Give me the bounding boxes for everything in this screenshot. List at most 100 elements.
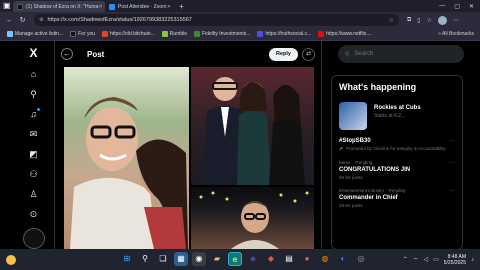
maximize-icon[interactable]: ▢ <box>454 3 460 10</box>
bookmark-item[interactable]: https://truthsocial.c... <box>257 31 311 37</box>
notifications-icon[interactable]: ♫ <box>28 108 40 120</box>
tab-zoom[interactable]: Post Attendee - Zoom ✕ <box>105 1 175 12</box>
site-info-icon[interactable]: ⚙ <box>39 17 43 23</box>
search-input[interactable]: ⚲ Search <box>338 45 464 63</box>
app-icon[interactable]: ▤ <box>282 252 296 266</box>
window-menu-icon[interactable]: ▣ <box>3 1 13 11</box>
menu-dots-icon[interactable]: ⋯ <box>453 17 459 24</box>
x-logo[interactable]: X <box>29 46 37 60</box>
bookmark-item[interactable]: For you <box>70 31 95 37</box>
photo-lights-image <box>199 191 309 249</box>
trend-item[interactable]: ··· #StopSB30 ⬈ Promoted by Citizens for… <box>339 138 455 152</box>
back-button[interactable]: ← <box>61 48 73 60</box>
post-photo[interactable] <box>191 187 314 249</box>
trend-meta: 58.5K posts <box>339 175 363 180</box>
compose-post-button[interactable] <box>22 228 45 249</box>
split-view-icon[interactable]: ▯ <box>417 17 420 24</box>
bookmarks-bar: Manage active listin... For you https://… <box>0 28 480 41</box>
url-text: https://x.com/ShadowofEzra/status/192679… <box>47 17 192 23</box>
post-photo[interactable] <box>191 67 314 185</box>
system-tray: ⌃ ⌔ ◁ ▭ 8:48 AM 5/25/2025 ♪ <box>403 254 480 266</box>
bookmark-item[interactable]: Rumble <box>161 31 187 37</box>
more-options-icon[interactable]: ··· <box>449 188 455 194</box>
minimize-icon[interactable]: — <box>439 3 445 10</box>
profile-avatar[interactable] <box>438 15 447 25</box>
browser-tab-bar: ▣ (1) Shadow of Ezra on X: "Huma ✕ Post … <box>0 0 480 12</box>
sport-time: Starts at 6:2... <box>374 113 406 119</box>
file-explorer-icon[interactable]: ▰ <box>210 252 224 266</box>
close-tab-icon[interactable]: ✕ <box>98 4 102 10</box>
search-icon[interactable]: ⚲ <box>28 88 40 100</box>
sport-name: Rockies at Cubs <box>374 105 421 111</box>
trend-context: Music · Trending <box>339 160 373 165</box>
post-column: ← Post Reply ⇄ <box>54 41 322 249</box>
edge-icon[interactable]: e <box>228 252 242 266</box>
app-icon[interactable]: ◎ <box>354 252 368 266</box>
url-field[interactable]: ⚙ https://x.com/ShadowofEzra/status/1926… <box>34 14 399 26</box>
search-placeholder: Search <box>354 51 374 57</box>
x-favicon-icon <box>17 3 23 10</box>
app-icon[interactable]: ● <box>300 252 314 266</box>
more-options-icon[interactable]: ··· <box>449 160 455 166</box>
messages-icon[interactable]: ✉ <box>28 128 40 140</box>
close-tab-icon[interactable]: ✕ <box>167 4 171 10</box>
x-sidebar: X ⌂ ⚲ ♫ ✉ ◩ ⚇ ♙ ⊙ <box>17 41 50 249</box>
reload-icon[interactable]: ↻ <box>19 16 26 24</box>
search-icon[interactable]: ⚲ <box>138 252 152 266</box>
x-favicon-icon <box>70 31 77 37</box>
more-options-icon[interactable]: ··· <box>449 138 455 144</box>
volume-icon[interactable]: ◁ <box>423 256 428 263</box>
windows-taskbar: ⊞ ⚲ ❏ ▦ ◉ ▰ e ◈ ◆ ▤ ● ◍ ◐ ◎ ⌃ ⌔ ◁ ▭ 8:48… <box>0 249 480 270</box>
all-bookmarks[interactable]: » All Bookmarks <box>438 31 480 37</box>
extensions-icon[interactable]: ⧉ <box>407 17 411 24</box>
tab-label: Post Attendee - Zoom <box>118 3 167 10</box>
clock-time: 8:48 AM <box>447 253 466 260</box>
trend-item[interactable]: ··· Music · Trending CONGRATULATIONS JIN… <box>339 160 455 180</box>
communities-icon[interactable]: ⚇ <box>28 168 40 180</box>
tab-shadow-of-ezra[interactable]: (1) Shadow of Ezra on X: "Huma ✕ <box>13 1 105 12</box>
netflix-favicon-icon <box>318 31 325 37</box>
start-icon[interactable]: ⊞ <box>120 252 134 266</box>
section-title: What's happening <box>339 82 417 92</box>
grok-icon[interactable]: ◩ <box>28 148 40 160</box>
weather-widget[interactable] <box>6 254 16 265</box>
task-view-icon[interactable]: ❏ <box>156 252 170 266</box>
new-tab-icon[interactable]: + <box>179 2 184 11</box>
bookmark-item[interactable]: https://old.bitchute... <box>102 31 155 37</box>
bookmark-item[interactable]: Fidelity Investments... <box>194 31 250 37</box>
office-icon[interactable]: ◆ <box>264 252 278 266</box>
battery-icon[interactable]: ▭ <box>433 256 439 263</box>
bookmark-star-icon[interactable]: ☆ <box>389 17 394 24</box>
back-arrow-icon[interactable]: ← <box>6 17 13 24</box>
bookmark-label: Fidelity Investments... <box>202 31 251 37</box>
trend-name: CONGRATULATIONS JIN <box>339 167 411 173</box>
firefox-icon[interactable]: ◍ <box>318 252 332 266</box>
trend-item[interactable]: ··· Entertainment industry · Trending Co… <box>339 188 455 208</box>
bookmark-label: Manage active listin... <box>15 31 64 37</box>
app-icon[interactable]: ◉ <box>192 252 206 266</box>
bookmark-item[interactable]: https://www.netflix.... <box>318 31 372 37</box>
bookmark-label: https://www.netflix.... <box>326 31 372 37</box>
notification-bell-icon[interactable]: ♪ <box>471 257 474 263</box>
store-icon[interactable]: ◈ <box>246 252 260 266</box>
sport-event[interactable]: Rockies at Cubs Starts at 6:2... <box>339 102 455 130</box>
more-icon[interactable]: ⊙ <box>28 208 40 220</box>
chevron-up-icon[interactable]: ⌃ <box>403 256 408 263</box>
clock-date: 5/25/2025 <box>443 259 466 266</box>
favorites-icon[interactable]: ☆ <box>427 17 432 24</box>
zoom-icon[interactable]: ◐ <box>336 252 350 266</box>
adjust-icon[interactable]: ⇄ <box>302 47 315 61</box>
trend-meta: 18.6K posts <box>339 203 363 208</box>
wifi-icon[interactable]: ⌔ <box>413 256 419 264</box>
bookmark-label: https://truthsocial.c... <box>265 31 312 37</box>
home-icon[interactable]: ⌂ <box>28 68 40 80</box>
post-photo[interactable] <box>64 67 189 249</box>
clock[interactable]: 8:48 AM 5/25/2025 <box>444 254 466 266</box>
profile-icon[interactable]: ♙ <box>28 188 40 200</box>
bookmark-item[interactable]: Manage active listin... <box>7 31 63 37</box>
reply-button[interactable]: Reply <box>269 47 298 61</box>
bookmark-favicon-icon <box>7 31 13 37</box>
widgets-icon[interactable]: ▦ <box>174 252 188 266</box>
toolbar-icons: ⧉ ▯ ☆ ⋯ <box>407 15 459 25</box>
close-window-icon[interactable]: ✕ <box>469 3 474 10</box>
